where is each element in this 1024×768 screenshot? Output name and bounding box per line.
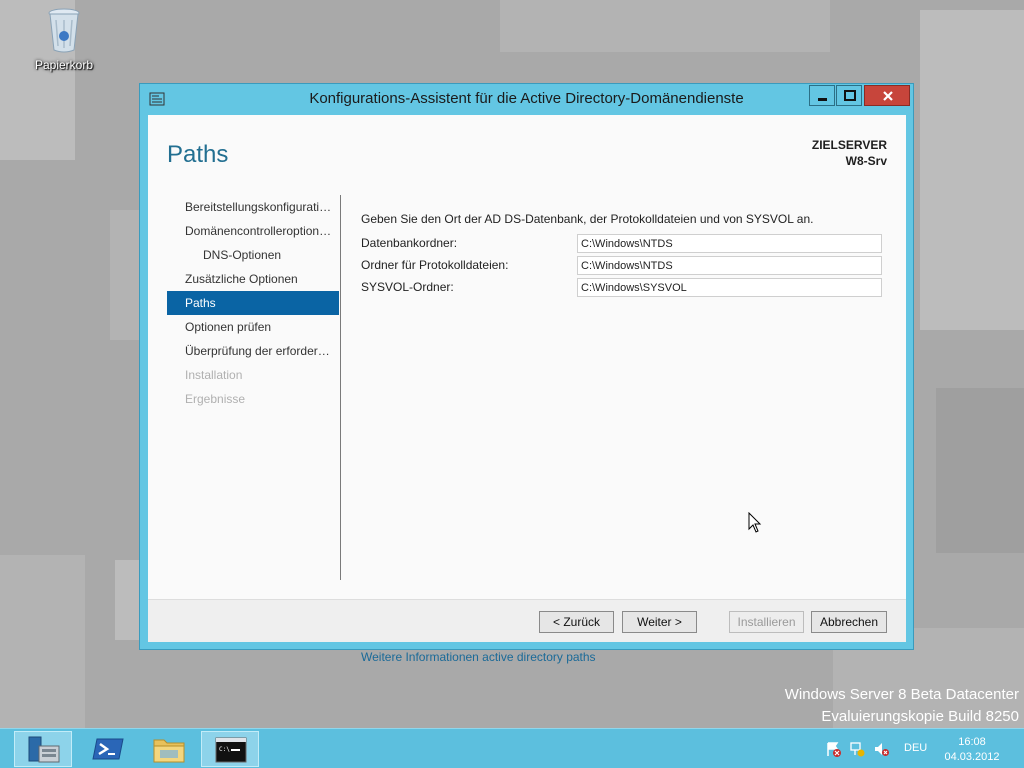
desktop-tile (500, 0, 830, 52)
system-tray: DEU 16:08 04.03.2012 (820, 729, 1024, 768)
target-server-info: ZIELSERVER W8-Srv (812, 137, 887, 169)
os-watermark: Windows Server 8 Beta Datacenter Evaluie… (785, 684, 1019, 728)
database-folder-row: Datenbankordner: (361, 232, 886, 254)
wizard-footer: < Zurück Weiter > Installieren Abbrechen (148, 599, 906, 642)
nav-item-prerequisites-check[interactable]: Überprüfung der erforder… (167, 339, 339, 363)
sysvol-folder-row: SYSVOL-Ordner: (361, 276, 886, 298)
taskbar-clock[interactable]: 16:08 04.03.2012 (942, 735, 1002, 765)
install-button: Installieren (729, 611, 804, 633)
svg-text:C:\: C:\ (219, 746, 230, 753)
recycle-bin-icon (44, 6, 84, 54)
next-button[interactable]: Weiter > (622, 611, 697, 633)
wizard-step-nav: Bereitstellungskonfigurati… Domänencontr… (167, 195, 339, 411)
nav-item-dns-options[interactable]: DNS-Optionen (167, 243, 339, 267)
nav-item-dc-options[interactable]: Domänencontrolleroption… (167, 219, 339, 243)
taskbar-command-prompt-button[interactable]: C:\ (201, 731, 259, 767)
desktop-tile (0, 555, 85, 728)
command-prompt-icon: C:\ (215, 737, 247, 763)
target-server-name: W8-Srv (845, 154, 887, 168)
volume-muted-icon[interactable] (873, 741, 889, 757)
log-folder-input[interactable] (577, 256, 882, 275)
server-manager-icon (28, 736, 60, 763)
log-folder-label: Ordner für Protokolldateien: (361, 258, 509, 272)
clock-time: 16:08 (958, 736, 986, 748)
maximize-button[interactable] (836, 85, 862, 106)
nav-item-additional-options[interactable]: Zusätzliche Optionen (167, 267, 339, 291)
ad-ds-config-wizard-window: Konfigurations-Assistent für die Active … (139, 83, 914, 664)
database-folder-input[interactable] (577, 234, 882, 253)
taskbar-server-manager-button[interactable] (14, 731, 72, 767)
minimize-button[interactable] (809, 85, 835, 106)
more-info-link-container: Weitere Informationen active directory p… (361, 648, 596, 666)
back-button[interactable]: < Zurück (539, 611, 614, 633)
input-language-indicator[interactable]: DEU (904, 742, 927, 754)
taskbar-powershell-button[interactable] (79, 731, 137, 767)
nav-item-paths[interactable]: Paths (167, 291, 339, 315)
desktop-tile (110, 210, 140, 340)
page-title: Paths (167, 141, 229, 168)
nav-item-deployment-configuration[interactable]: Bereitstellungskonfigurati… (167, 195, 339, 219)
paths-content: Geben Sie den Ort der AD DS-Datenbank, d… (361, 212, 886, 298)
taskbar: C:\ DEU 16:08 04.03.2012 (0, 728, 1024, 768)
recycle-bin-shortcut[interactable]: Papierkorb (30, 6, 98, 72)
folder-icon (153, 739, 185, 763)
paths-intro-text: Geben Sie den Ort der AD DS-Datenbank, d… (361, 212, 814, 226)
sysvol-folder-label: SYSVOL-Ordner: (361, 280, 454, 294)
title-bar[interactable]: Konfigurations-Assistent für die Active … (140, 84, 913, 114)
window-title: Konfigurations-Assistent für die Active … (309, 90, 744, 107)
database-folder-label: Datenbankordner: (361, 236, 458, 250)
mouse-cursor-icon (748, 511, 762, 539)
watermark-build: Evaluierungskopie Build 8250 (821, 708, 1019, 725)
nav-divider (340, 195, 341, 580)
more-info-link[interactable]: Weitere Informationen active directory p… (361, 650, 596, 664)
sysvol-folder-input[interactable] (577, 278, 882, 297)
action-center-flag-icon[interactable] (825, 741, 841, 757)
cancel-button[interactable]: Abbrechen (811, 611, 887, 633)
taskbar-file-explorer-button[interactable] (140, 731, 198, 767)
nav-item-results: Ergebnisse (185, 392, 246, 406)
close-icon (883, 91, 893, 101)
minimize-icon (818, 98, 827, 101)
nav-item-review-options[interactable]: Optionen prüfen (167, 315, 339, 339)
recycle-bin-label: Papierkorb (34, 58, 94, 72)
log-folder-row: Ordner für Protokolldateien: (361, 254, 886, 276)
target-server-label: ZIELSERVER (811, 138, 887, 152)
desktop-tile (936, 388, 1024, 553)
wizard-client-area: Paths ZIELSERVER W8-Srv Bereitstellungsk… (148, 115, 906, 664)
desktop-tile (920, 10, 1024, 330)
watermark-edition: Windows Server 8 Beta Datacenter (784, 686, 1019, 703)
maximize-icon (844, 90, 856, 101)
close-button[interactable] (864, 85, 910, 106)
clock-date: 04.03.2012 (944, 751, 1000, 763)
network-icon[interactable] (849, 741, 865, 757)
nav-item-installation: Installation (185, 368, 243, 382)
powershell-icon (92, 738, 124, 760)
